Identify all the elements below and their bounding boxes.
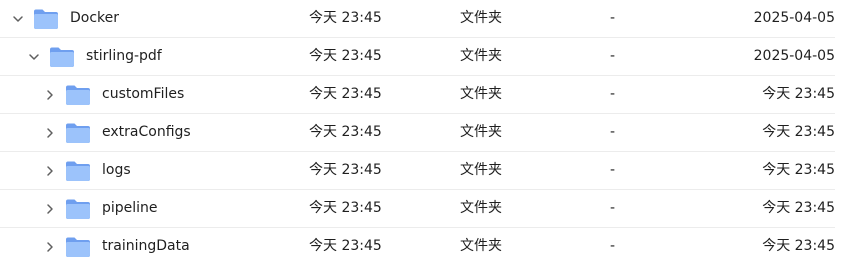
folder-icon	[65, 84, 91, 106]
chevron-right-icon[interactable]	[44, 165, 56, 177]
folder-row-docker[interactable]: Docker 今天 23:45 文件夹 - 2025-04-05	[0, 0, 835, 38]
file-type: 文件夹	[460, 124, 502, 140]
chevron-right-icon[interactable]	[44, 241, 56, 253]
folder-row-trainingdata[interactable]: trainingData 今天 23:45 文件夹 - 今天 23:45	[0, 228, 835, 266]
folder-icon	[65, 160, 91, 182]
file-type: 文件夹	[460, 162, 502, 178]
file-size: -	[610, 162, 616, 178]
folder-row-customfiles[interactable]: customFiles 今天 23:45 文件夹 - 今天 23:45	[0, 76, 835, 114]
file-size: -	[610, 48, 616, 64]
folder-icon	[65, 122, 91, 144]
folder-row-extraconfigs[interactable]: extraConfigs 今天 23:45 文件夹 - 今天 23:45	[0, 114, 835, 152]
created-date: 今天 23:45	[762, 200, 835, 216]
file-type: 文件夹	[460, 48, 502, 64]
file-type: 文件夹	[460, 200, 502, 216]
folder-name: stirling-pdf	[86, 48, 162, 64]
chevron-down-icon[interactable]	[12, 13, 24, 25]
modified-date: 今天 23:45	[309, 86, 382, 102]
file-size: -	[610, 86, 616, 102]
modified-date: 今天 23:45	[309, 162, 382, 178]
folder-icon	[33, 8, 59, 30]
folder-name: customFiles	[102, 86, 185, 102]
file-size: -	[610, 124, 616, 140]
file-list: Docker 今天 23:45 文件夹 - 2025-04-05 stirlin…	[0, 0, 847, 263]
folder-name: Docker	[70, 10, 120, 26]
folder-name: logs	[102, 162, 131, 178]
folder-name: pipeline	[102, 200, 158, 216]
file-type: 文件夹	[460, 10, 502, 26]
created-date: 2025-04-05	[753, 48, 835, 64]
created-date: 2025-04-05	[753, 10, 835, 26]
modified-date: 今天 23:45	[309, 124, 382, 140]
folder-name: trainingData	[102, 238, 190, 254]
modified-date: 今天 23:45	[309, 10, 382, 26]
file-size: -	[610, 238, 616, 254]
created-date: 今天 23:45	[762, 162, 835, 178]
folder-icon	[49, 46, 75, 68]
created-date: 今天 23:45	[762, 238, 835, 254]
folder-row-pipeline[interactable]: pipeline 今天 23:45 文件夹 - 今天 23:45	[0, 190, 835, 228]
created-date: 今天 23:45	[762, 86, 835, 102]
modified-date: 今天 23:45	[309, 238, 382, 254]
folder-icon	[65, 198, 91, 220]
chevron-down-icon[interactable]	[28, 51, 40, 63]
folder-icon	[65, 236, 91, 258]
created-date: 今天 23:45	[762, 124, 835, 140]
modified-date: 今天 23:45	[309, 200, 382, 216]
file-size: -	[610, 200, 616, 216]
folder-row-logs[interactable]: logs 今天 23:45 文件夹 - 今天 23:45	[0, 152, 835, 190]
file-type: 文件夹	[460, 238, 502, 254]
chevron-right-icon[interactable]	[44, 127, 56, 139]
chevron-right-icon[interactable]	[44, 89, 56, 101]
file-type: 文件夹	[460, 86, 502, 102]
file-size: -	[610, 10, 616, 26]
folder-row-stirling-pdf[interactable]: stirling-pdf 今天 23:45 文件夹 - 2025-04-05	[0, 38, 835, 76]
chevron-right-icon[interactable]	[44, 203, 56, 215]
modified-date: 今天 23:45	[309, 48, 382, 64]
folder-name: extraConfigs	[102, 124, 191, 140]
